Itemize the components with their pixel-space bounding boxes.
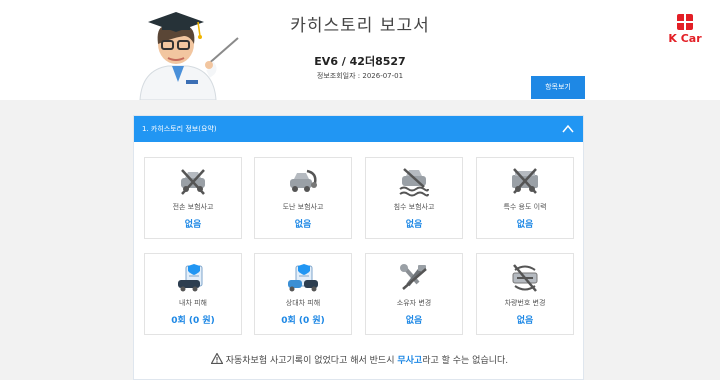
card-total-loss: 전손 보험사고 없음: [144, 157, 242, 239]
card-value: 없음: [184, 220, 202, 230]
summary-panel: 1. 카히스토리 정보(요약) 전손 보험사고 없음 도난 보험사고 없음 침수…: [133, 115, 584, 380]
card-label: 침수 보험사고: [393, 203, 435, 211]
card-label: 소유자 변경: [396, 299, 432, 307]
owner-change-icon: [400, 264, 427, 290]
card-flood: 침수 보험사고 없음: [365, 157, 463, 239]
special-use-car-icon: [512, 168, 538, 194]
lookup-date-line: 정보조회일자 : 2026-07-01: [0, 71, 720, 81]
other-car-damage-icon: [288, 264, 318, 292]
card-value: 없음: [516, 220, 534, 230]
card-label: 상대차 피해: [285, 299, 321, 307]
card-special-use: 특수 용도 이력 없음: [476, 157, 574, 239]
card-label: 내차 피해: [179, 299, 207, 307]
card-label: 전손 보험사고: [172, 203, 214, 211]
card-owner-change: 소유자 변경 없음: [365, 253, 463, 335]
card-value: 없음: [516, 316, 534, 326]
car-identifier: EV6 / 42더8527: [314, 55, 406, 68]
card-label: 차량번호 변경: [504, 299, 546, 307]
card-other-car-damage: 상대차 피해 0회 (0 원): [254, 253, 352, 335]
card-value: 0회 (0 원): [281, 316, 325, 326]
notice-prefix: 자동차보험 사고기록이 없었다고 해서 반드시: [225, 356, 398, 366]
card-theft: 도난 보험사고 없음: [254, 157, 352, 239]
card-value: 없음: [405, 220, 423, 230]
card-my-car-damage: 내차 피해 0회 (0 원): [144, 253, 242, 335]
lookup-date-label: 정보조회일자 :: [316, 72, 363, 80]
notice-suffix: 라고 할 수는 없습니다.: [422, 356, 509, 366]
warning-icon: [210, 352, 224, 365]
my-car-damage-icon: [178, 264, 203, 292]
flood-car-icon: [399, 168, 429, 197]
theft-car-icon: [290, 169, 317, 192]
chevron-up-icon[interactable]: [562, 123, 574, 135]
no-accident-disclaimer: 자동차보험 사고기록이 없었다고 해서 반드시 무사고라고 할 수는 없습니다.: [134, 352, 585, 366]
summary-panel-header[interactable]: 1. 카히스토리 정보(요약): [134, 116, 583, 142]
summary-panel-title: 1. 카히스토리 정보(요약): [142, 125, 217, 133]
plate-change-icon: [512, 264, 538, 292]
notice-highlight: 무사고: [397, 356, 423, 366]
view-items-button[interactable]: 항목보기: [531, 76, 585, 99]
total-loss-car-icon: [181, 169, 205, 195]
lookup-date-value: 2026-07-01: [362, 72, 404, 80]
card-value: 0회 (0 원): [171, 316, 215, 326]
card-value: 없음: [405, 316, 423, 326]
card-label: 특수 용도 이력: [503, 203, 547, 211]
page-title: 카히스토리 보고서: [290, 16, 430, 36]
card-plate-change: 차량번호 변경 없음: [476, 253, 574, 335]
card-value: 없음: [294, 220, 312, 230]
card-label: 도난 보험사고: [282, 203, 324, 211]
